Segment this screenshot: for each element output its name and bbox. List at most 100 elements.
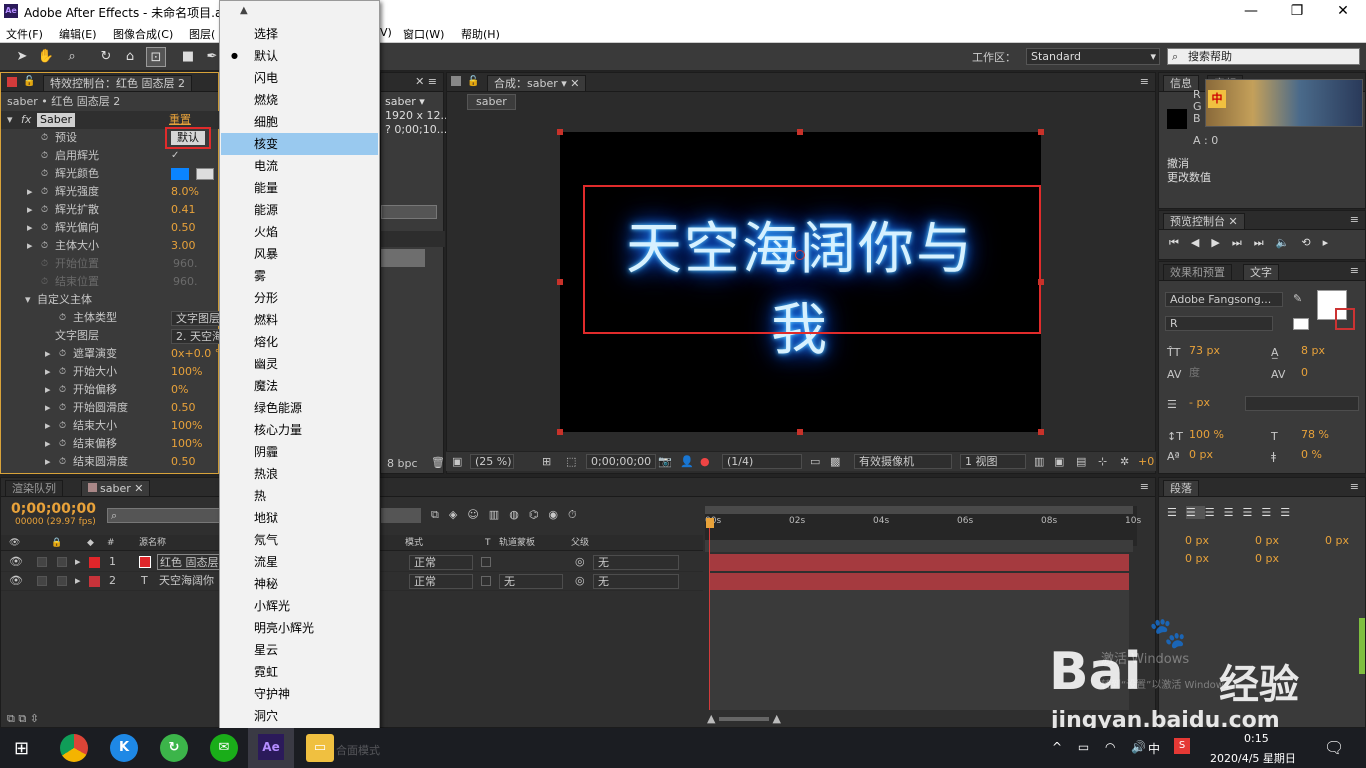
font-size-value[interactable]: 73 px	[1189, 342, 1220, 360]
stroke-width-value[interactable]: - px	[1189, 394, 1210, 412]
stroke-order-select[interactable]	[1245, 396, 1359, 411]
solo-toggle[interactable]	[37, 557, 47, 567]
stopwatch-icon[interactable]: ⏱	[41, 273, 48, 291]
property-value[interactable]: 100%	[171, 417, 202, 435]
leading-value[interactable]: 8 px	[1301, 342, 1325, 360]
preset-menu-item[interactable]: 魔法	[221, 375, 378, 397]
layer-name[interactable]: 红色 固态层	[157, 554, 222, 570]
kerning-value[interactable]: 度	[1189, 364, 1200, 382]
justify-right-icon[interactable]: ☰	[1261, 506, 1280, 519]
preset-menu-item[interactable]: 小辉光	[221, 595, 378, 617]
transform-handle[interactable]	[1038, 429, 1044, 435]
property-value[interactable]: 0.50	[171, 399, 196, 417]
project-search-field[interactable]	[381, 205, 437, 219]
preset-menu-item[interactable]: 热	[221, 485, 378, 507]
stopwatch-icon[interactable]: ⏱	[41, 237, 48, 255]
tab-render-queue[interactable]: 渲染队列	[5, 480, 63, 496]
property-value[interactable]: 0x+0.0 °	[171, 345, 220, 363]
transform-handle[interactable]	[797, 429, 803, 435]
resolution-select[interactable]: (1/4)	[722, 454, 802, 469]
project-item-saber[interactable]	[381, 249, 425, 267]
refresh-app-icon[interactable]: ↻	[160, 734, 188, 762]
collapse-triangle-icon[interactable]: ▸	[27, 237, 33, 255]
visibility-eye-icon[interactable]: 👁	[9, 555, 23, 568]
horizontal-scale-value[interactable]: 78 %	[1301, 426, 1329, 444]
preset-menu-item[interactable]: 绿色能源	[221, 397, 378, 419]
menu-window[interactable]: 窗口(W)	[403, 26, 444, 42]
justify-center-icon[interactable]: ☰	[1243, 506, 1262, 519]
zoom-slider[interactable]: ▲ ▲	[707, 712, 781, 725]
stopwatch-icon[interactable]: ⏱	[59, 453, 66, 471]
visibility-eye-icon[interactable]: 👁	[9, 574, 23, 587]
preset-menu-item[interactable]: 选择	[221, 23, 378, 45]
fx-icon[interactable]: fx	[21, 111, 31, 129]
first-frame-icon[interactable]: ⏮	[1169, 236, 1191, 249]
vertical-scale-value[interactable]: 100 %	[1189, 426, 1224, 444]
collapse-triangle-icon[interactable]: ▸	[45, 435, 51, 453]
stroke-color-swatch[interactable]	[1335, 308, 1355, 330]
preserve-transparency-toggle[interactable]	[481, 576, 491, 586]
bpc-label[interactable]: 8 bpc	[387, 455, 418, 473]
property-value[interactable]: 0%	[171, 381, 188, 399]
workspace-select[interactable]: Standard ▾	[1026, 48, 1160, 65]
preset-menu-item[interactable]: 阴霾	[221, 441, 378, 463]
preset-menu-item[interactable]: 流星	[221, 551, 378, 573]
minimize-button[interactable]: —	[1228, 0, 1274, 23]
glow-color-swatch[interactable]	[171, 168, 189, 180]
fast-preview-icon[interactable]: ▣	[1054, 455, 1064, 468]
stopwatch-icon[interactable]: ⏱	[41, 201, 48, 219]
preset-menu-item[interactable]: 闪电	[221, 67, 378, 89]
track-matte-select[interactable]: 无	[499, 574, 563, 589]
solo-toggle[interactable]	[37, 576, 47, 586]
preserve-transparency-toggle[interactable]	[481, 557, 491, 567]
prev-frame-icon[interactable]: ◀	[1191, 236, 1211, 249]
preset-menu-item[interactable]: 洞穴	[221, 705, 378, 727]
lock-toggle[interactable]	[57, 557, 67, 567]
expand-triangle-icon[interactable]: ▸	[75, 555, 81, 568]
transform-handle[interactable]	[557, 129, 563, 135]
stopwatch-icon[interactable]: ⏱	[59, 345, 66, 363]
panel-menu-icon[interactable]: ≡	[1140, 480, 1149, 493]
preset-menu-item[interactable]: 霓虹	[221, 661, 378, 683]
stopwatch-icon[interactable]: ⏱	[59, 309, 66, 327]
color-channels-icon[interactable]: ●	[700, 455, 710, 468]
sogou-ime-icon[interactable]: S	[1174, 738, 1190, 754]
notification-icon[interactable]: 🗨	[1324, 738, 1344, 757]
close-window-button[interactable]: ✕	[1320, 0, 1366, 23]
timeline-search-field[interactable]: ⌕	[107, 508, 221, 523]
taskbar-ae-active[interactable]: Ae	[248, 728, 294, 768]
property-value[interactable]: 0.50	[171, 219, 196, 237]
preset-dropdown-menu[interactable]: ▲ 选择 ● 默认 闪电 燃烧 细胞 核变 电流 能量 能源 火焰 风暴雾分形 燃料 熔化 幽灵 魔法 绿色能源…	[219, 0, 380, 748]
stopwatch-icon[interactable]: ⏱	[41, 165, 48, 183]
expand-triangle-icon[interactable]: ▾	[25, 291, 31, 309]
scroll-up-icon[interactable]: ▲	[240, 5, 248, 16]
menu-composition[interactable]: 图像合成(C)	[113, 26, 173, 42]
selection-tool-icon[interactable]: ➤	[12, 47, 32, 67]
system-tray-icons[interactable]: ^ ▭ ◠ 🔊	[1052, 740, 1152, 754]
camera-tool-icon[interactable]: ⌂	[120, 47, 140, 67]
preset-menu-item[interactable]: 核变	[221, 133, 378, 155]
lock-icon[interactable]: 🔓	[23, 76, 35, 87]
tsume-value[interactable]: 0 %	[1301, 446, 1322, 464]
collapse-triangle-icon[interactable]: ▸	[45, 399, 51, 417]
motion-blur-icon[interactable]: ◍	[509, 508, 529, 521]
layer-name[interactable]: 天空海阔你	[157, 573, 216, 589]
stopwatch-icon[interactable]: ⏱	[41, 129, 48, 147]
loop-icon[interactable]: ⟲	[1301, 236, 1322, 249]
menu-edit[interactable]: 编辑(E)	[59, 26, 97, 42]
next-frame-icon[interactable]: ⏭	[1232, 236, 1254, 249]
property-value[interactable]: 3.00	[171, 237, 196, 255]
tab-paragraph[interactable]: 段落	[1163, 480, 1199, 496]
timeline-search-tail[interactable]	[381, 508, 421, 523]
stopwatch-icon[interactable]: ⏱	[41, 183, 48, 201]
position-value[interactable]: 960.	[173, 255, 198, 273]
draft-3d-icon[interactable]: ◈	[449, 508, 467, 521]
menu-view[interactable]: V)	[380, 26, 392, 39]
tab-effects-presets[interactable]: 效果和预置	[1163, 264, 1232, 280]
camera-select[interactable]: 有效摄像机	[854, 454, 952, 469]
playhead-handle-icon[interactable]	[706, 518, 714, 528]
chrome-icon[interactable]	[60, 734, 88, 762]
preset-menu-item[interactable]: 火焰	[221, 221, 378, 243]
preset-menu-item[interactable]: 燃烧	[221, 89, 378, 111]
indent-left-value[interactable]: 0 px	[1185, 532, 1209, 550]
